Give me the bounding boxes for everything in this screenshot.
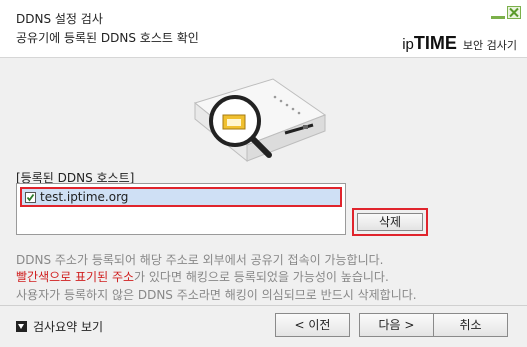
- close-icon[interactable]: [507, 6, 521, 19]
- description-line-1: DDNS 주소가 등록되어 해당 주소로 외부에서 공유기 접속이 가능합니다.: [16, 253, 384, 267]
- summary-toggle[interactable]: 검사요약 보기: [16, 318, 103, 335]
- host-checkbox[interactable]: [25, 191, 36, 203]
- next-button[interactable]: 다음 >: [359, 313, 434, 337]
- window-title: DDNS 설정 검사: [16, 12, 103, 26]
- prev-button[interactable]: < 이전: [275, 313, 350, 337]
- ddns-host-list[interactable]: test.iptime.org: [16, 183, 346, 235]
- delete-button[interactable]: 삭제: [357, 213, 423, 231]
- brand: ipTIME 보안 검사기: [402, 33, 517, 54]
- brand-subtitle: 보안 검사기: [462, 39, 517, 52]
- router-magnifier-icon: [185, 75, 345, 170]
- host-name: test.iptime.org: [40, 190, 129, 204]
- list-item[interactable]: test.iptime.org: [20, 187, 342, 207]
- summary-toggle-label: 검사요약 보기: [33, 320, 104, 334]
- delete-button-highlight: 삭제: [352, 208, 428, 236]
- description-line-2: 빨간색으로 표기된 주소가 있다면 해킹으로 등록되었을 가능성이 높습니다.: [16, 270, 389, 284]
- footer-divider: [0, 305, 527, 306]
- warning-text: 빨간색으로 표기된 주소: [16, 270, 135, 284]
- cancel-button[interactable]: 취소: [433, 313, 508, 337]
- iptime-logo: ipTIME: [402, 33, 457, 53]
- window-subtitle: 공유기에 등록된 DDNS 호스트 확인: [16, 31, 199, 45]
- minimize-icon[interactable]: [491, 9, 505, 19]
- window-controls: [491, 6, 521, 19]
- header: DDNS 설정 검사 공유기에 등록된 DDNS 호스트 확인 ipTIME 보…: [0, 0, 527, 58]
- description-line-3: 사용자가 등록하지 않은 DDNS 주소라면 해킹이 의심되므로 반드시 삭제합…: [16, 288, 417, 302]
- ddns-check-window: DDNS 설정 검사 공유기에 등록된 DDNS 호스트 확인 ipTIME 보…: [0, 0, 527, 347]
- triangle-down-icon: [16, 321, 27, 332]
